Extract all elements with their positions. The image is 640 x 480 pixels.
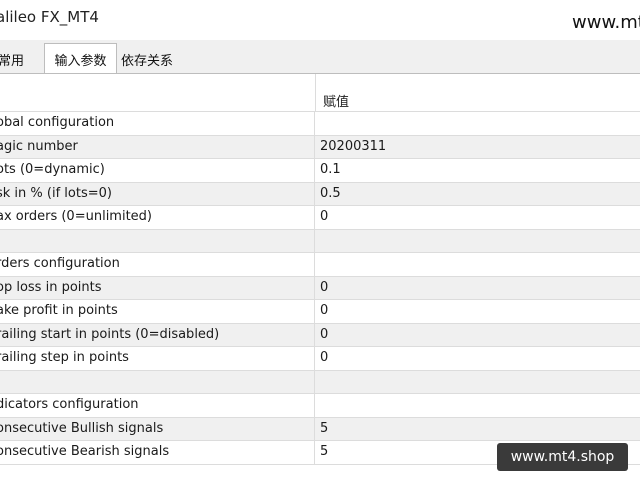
param-name: rders configuration xyxy=(0,256,120,271)
table-row[interactable]: agic number 20200311 xyxy=(0,135,640,159)
param-name: agic number xyxy=(0,138,78,154)
table-row[interactable]: railing start in points (0=disabled) 0 xyxy=(0,323,640,347)
param-value[interactable]: 0 xyxy=(320,347,328,369)
title-bar: alileo FX_MT4 www.mt4 xyxy=(0,0,640,40)
param-name: ake profit in points xyxy=(0,303,118,318)
param-value[interactable]: 0 xyxy=(320,324,328,346)
tab-dependencies[interactable]: 依存关系 xyxy=(121,50,173,69)
table-row[interactable]: dicators configuration xyxy=(0,394,640,418)
param-value[interactable]: 5 xyxy=(320,441,328,463)
param-name: op loss in points xyxy=(0,279,102,295)
table-row[interactable]: ots (0=dynamic) 0.1 xyxy=(0,159,640,183)
window-title: alileo FX_MT4 xyxy=(0,8,99,26)
param-name: onsecutive Bullish signals xyxy=(0,420,164,436)
param-name: railing step in points xyxy=(0,350,129,365)
table-row[interactable] xyxy=(0,370,640,394)
header-value-column: 赋值 xyxy=(323,95,350,110)
tab-inputs[interactable]: 输入参数 xyxy=(44,43,117,74)
watermark-top-text: www.mt4 xyxy=(572,12,640,33)
param-value[interactable]: 0 xyxy=(320,206,328,228)
param-name: railing start in points (0=disabled) xyxy=(0,326,220,342)
param-name: ax orders (0=unlimited) xyxy=(0,209,152,224)
param-name: dicators configuration xyxy=(0,397,139,412)
table-row[interactable] xyxy=(0,229,640,253)
parameters-grid: 赋值 obal configuration agic number 202003… xyxy=(0,74,640,465)
table-row[interactable]: ake profit in points 0 xyxy=(0,300,640,324)
param-value[interactable]: 0.5 xyxy=(320,183,341,205)
param-name: sk in % (if lots=0) xyxy=(0,185,112,201)
header-name-column xyxy=(0,74,316,111)
param-name: onsecutive Bearish signals xyxy=(0,444,170,459)
param-name: ots (0=dynamic) xyxy=(0,162,105,177)
table-row[interactable]: rders configuration xyxy=(0,253,640,277)
table-row[interactable]: sk in % (if lots=0) 0.5 xyxy=(0,182,640,206)
table-row[interactable]: obal configuration xyxy=(0,112,640,136)
watermark-badge: www.mt4.shop xyxy=(497,443,628,471)
grid-header: 赋值 xyxy=(0,74,640,112)
table-row[interactable]: op loss in points 0 xyxy=(0,276,640,300)
table-row[interactable]: onsecutive Bullish signals 5 xyxy=(0,417,640,441)
tab-common[interactable]: 常用 xyxy=(0,50,24,69)
table-row[interactable]: ax orders (0=unlimited) 0 xyxy=(0,206,640,230)
param-value[interactable]: 5 xyxy=(320,418,328,440)
param-value[interactable]: 0 xyxy=(320,300,328,322)
param-value[interactable]: 0 xyxy=(320,277,328,299)
param-name: obal configuration xyxy=(0,115,115,130)
tab-bar: 常用 输入参数 依存关系 xyxy=(0,40,640,74)
param-value[interactable]: 20200311 xyxy=(320,136,386,158)
table-row[interactable]: railing step in points 0 xyxy=(0,347,640,371)
param-value[interactable]: 0.1 xyxy=(320,159,341,181)
